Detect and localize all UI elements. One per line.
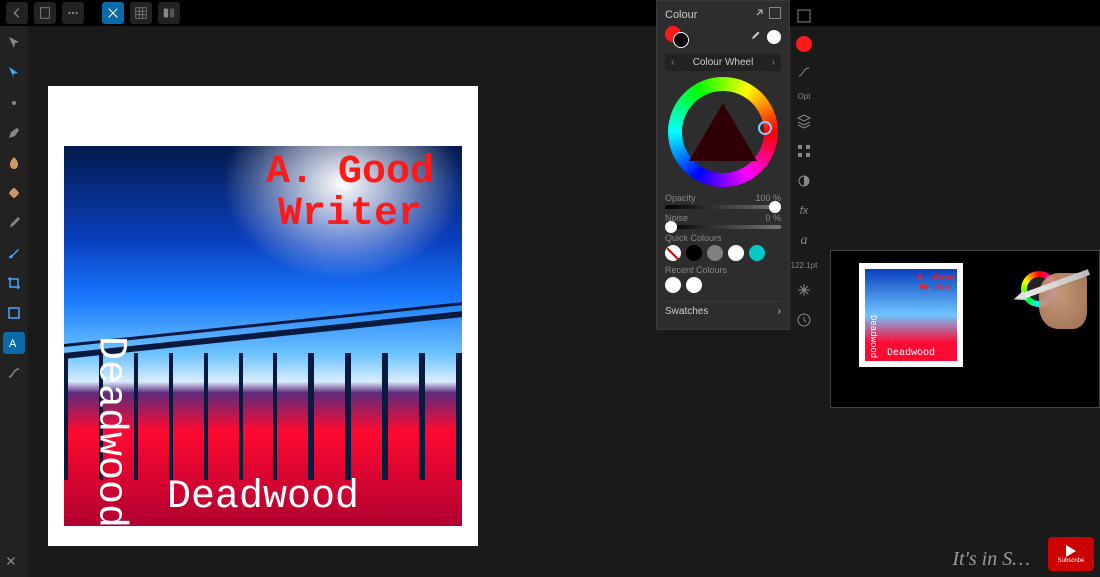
opacity-label: Opacity xyxy=(665,193,696,203)
pip-title-text: Deadwood xyxy=(887,348,935,359)
point-tool[interactable] xyxy=(3,92,25,114)
play-icon xyxy=(1066,545,1076,557)
pip-artboard: A. Good Writer Deadwood Deadwood xyxy=(859,263,963,367)
recent-colour-1[interactable] xyxy=(665,277,681,293)
recent-colour-2[interactable] xyxy=(686,277,702,293)
swatches-label: Swatches xyxy=(665,306,708,317)
fill-stroke-swatch[interactable] xyxy=(665,26,689,48)
hue-handle[interactable] xyxy=(758,121,772,135)
grid-toggle[interactable] xyxy=(130,2,152,24)
colour-panel: Colour ‹ Colour Wheel › Opacity100 % Noi… xyxy=(656,0,790,330)
pip-author-text: A. Good Writer xyxy=(917,273,955,293)
signature-text: It's in S… xyxy=(952,548,1030,571)
collapse-toolbar-button[interactable] xyxy=(4,554,18,571)
art-text-tool[interactable]: A xyxy=(3,332,25,354)
quick-colour-black[interactable] xyxy=(686,245,702,261)
studio-strip: Opt fx a 122.1pt xyxy=(792,0,816,330)
vector-brush-tool[interactable] xyxy=(3,362,25,384)
recent-colours-row xyxy=(665,277,781,293)
split-toggle[interactable] xyxy=(158,2,180,24)
noise-slider[interactable]: Noise0 % xyxy=(665,213,781,229)
adjustments-icon[interactable] xyxy=(794,171,814,191)
colour-mode-selector[interactable]: ‹ Colour Wheel › xyxy=(665,54,781,71)
tool-strip: A xyxy=(0,26,28,577)
quick-colour-grey[interactable] xyxy=(707,245,723,261)
quick-colour-white[interactable] xyxy=(728,245,744,261)
move-tool[interactable] xyxy=(3,32,25,54)
expand-panel-icon[interactable] xyxy=(769,7,781,19)
eyedropper-tool[interactable] xyxy=(3,212,25,234)
detach-panel-icon[interactable] xyxy=(753,7,765,22)
brush-tool[interactable] xyxy=(3,242,25,264)
camera-pip: A. Good Writer Deadwood Deadwood xyxy=(830,250,1100,408)
swatches-row[interactable]: Swatches › xyxy=(665,301,781,321)
panel-title: Colour xyxy=(665,9,697,21)
persona-button[interactable] xyxy=(102,2,124,24)
options-label: Opt xyxy=(798,92,811,101)
history-icon[interactable] xyxy=(794,310,814,330)
text-styles-icon[interactable]: a xyxy=(794,231,814,251)
quick-colours-row xyxy=(665,245,781,261)
cover-image: A. Good Writer Deadwood Deadwood xyxy=(64,146,462,526)
transform-icon[interactable] xyxy=(794,280,814,300)
pen-tool[interactable] xyxy=(3,122,25,144)
chevron-right-icon[interactable]: › xyxy=(772,57,775,68)
pip-panel xyxy=(969,263,1087,395)
subscribe-label: Subscribe xyxy=(1058,558,1085,564)
recent-colours-label: Recent Colours xyxy=(665,265,781,275)
brush-studio-icon[interactable] xyxy=(794,62,814,82)
spine-title-text[interactable]: Deadwood xyxy=(88,336,133,526)
burn-tool[interactable] xyxy=(3,152,25,174)
shape-tool[interactable] xyxy=(3,302,25,324)
channels-icon[interactable] xyxy=(794,141,814,161)
subscribe-button[interactable]: Subscribe xyxy=(1048,537,1094,571)
layers-icon[interactable] xyxy=(794,111,814,131)
document-menu-button[interactable] xyxy=(34,2,56,24)
crop-tool[interactable] xyxy=(3,272,25,294)
chevron-right-icon: › xyxy=(778,306,781,317)
picker-preview-swatch[interactable] xyxy=(767,30,781,44)
expand-studio-icon[interactable] xyxy=(794,6,814,26)
healing-tool[interactable] xyxy=(3,182,25,204)
top-toolbar xyxy=(0,0,186,26)
colour-mode-label: Colour Wheel xyxy=(693,57,754,68)
more-button[interactable] xyxy=(62,2,84,24)
author-text[interactable]: A. Good Writer xyxy=(266,152,434,236)
chevron-left-icon[interactable]: ‹ xyxy=(671,57,674,68)
back-button[interactable] xyxy=(6,2,28,24)
quick-colour-cyan[interactable] xyxy=(749,245,765,261)
active-colour-swatch[interactable] xyxy=(796,36,812,52)
title-text[interactable]: Deadwood xyxy=(167,475,359,520)
brush-size-label: 122.1pt xyxy=(791,261,818,270)
pip-spine-text: Deadwood xyxy=(868,315,878,358)
fx-icon[interactable]: fx xyxy=(794,201,814,221)
noise-value: 0 % xyxy=(765,213,781,223)
node-tool[interactable] xyxy=(3,62,25,84)
eyedropper-icon[interactable] xyxy=(749,30,761,45)
svg-text:A: A xyxy=(9,338,17,350)
artboard[interactable]: A. Good Writer Deadwood Deadwood xyxy=(48,86,478,546)
quick-colour-none[interactable] xyxy=(665,245,681,261)
opacity-slider[interactable]: Opacity100 % xyxy=(665,193,781,209)
colour-wheel[interactable] xyxy=(668,77,778,187)
quick-colours-label: Quick Colours xyxy=(665,233,781,243)
